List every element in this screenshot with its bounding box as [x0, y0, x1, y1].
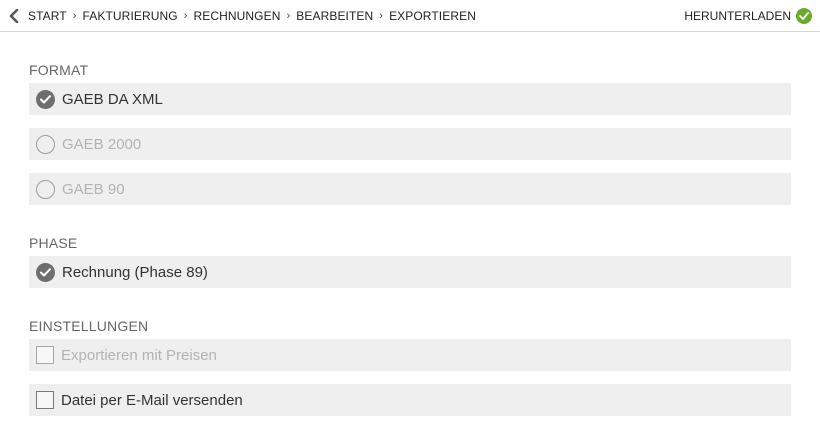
phase-section-title: PHASE [29, 235, 78, 251]
top-navigation-bar: START › FAKTURIERUNG › RECHNUNGEN › BEAR… [0, 0, 820, 32]
radio-checked-icon [36, 262, 55, 282]
chevron-left-icon [9, 8, 19, 23]
phase-option-label: Rechnung (Phase 89) [62, 263, 208, 281]
breadcrumb-separator: › [183, 9, 188, 22]
format-option-label: GAEB DA XML [62, 90, 163, 108]
format-option-label: GAEB 90 [62, 180, 125, 198]
radio-empty-icon [36, 179, 55, 199]
format-option-label: GAEB 2000 [62, 135, 142, 153]
breadcrumb-exportieren: EXPORTIEREN [389, 8, 476, 23]
breadcrumb-separator: › [286, 9, 291, 22]
download-label: HERUNTERLADEN [684, 9, 791, 23]
settings-section-title: EINSTELLUNGEN [29, 318, 149, 334]
breadcrumb: START › FAKTURIERUNG › RECHNUNGEN › BEAR… [28, 9, 476, 23]
download-button[interactable]: HERUNTERLADEN [684, 0, 812, 32]
format-option-gaeb-da-xml[interactable]: GAEB DA XML [29, 83, 791, 115]
check-circle-icon [796, 8, 812, 24]
breadcrumb-separator: › [72, 9, 77, 22]
breadcrumb-start[interactable]: START [28, 9, 67, 23]
breadcrumb-separator: › [379, 9, 384, 22]
radio-empty-icon [36, 134, 55, 154]
format-section-title: FORMAT [29, 62, 89, 78]
setting-label: Datei per E-Mail versenden [61, 391, 243, 409]
setting-send-by-email[interactable]: Datei per E-Mail versenden [29, 384, 791, 416]
export-settings-panel: FORMAT GAEB DA XML GAEB 2000 GAEB 90 PHA… [29, 32, 791, 416]
radio-checked-icon [36, 89, 55, 109]
format-option-gaeb-90[interactable]: GAEB 90 [29, 173, 791, 205]
phase-option-rechnung[interactable]: Rechnung (Phase 89) [29, 256, 791, 288]
back-button[interactable] [0, 0, 28, 32]
breadcrumb-fakturierung[interactable]: FAKTURIERUNG [83, 9, 178, 23]
format-option-gaeb-2000[interactable]: GAEB 2000 [29, 128, 791, 160]
setting-label: Exportieren mit Preisen [61, 346, 217, 364]
breadcrumb-bearbeiten[interactable]: BEARBEITEN [296, 9, 373, 23]
checkbox-unchecked-icon [36, 346, 54, 364]
breadcrumb-rechnungen[interactable]: RECHNUNGEN [193, 9, 280, 23]
setting-export-with-prices[interactable]: Exportieren mit Preisen [29, 339, 791, 371]
checkbox-unchecked-icon [36, 391, 54, 409]
